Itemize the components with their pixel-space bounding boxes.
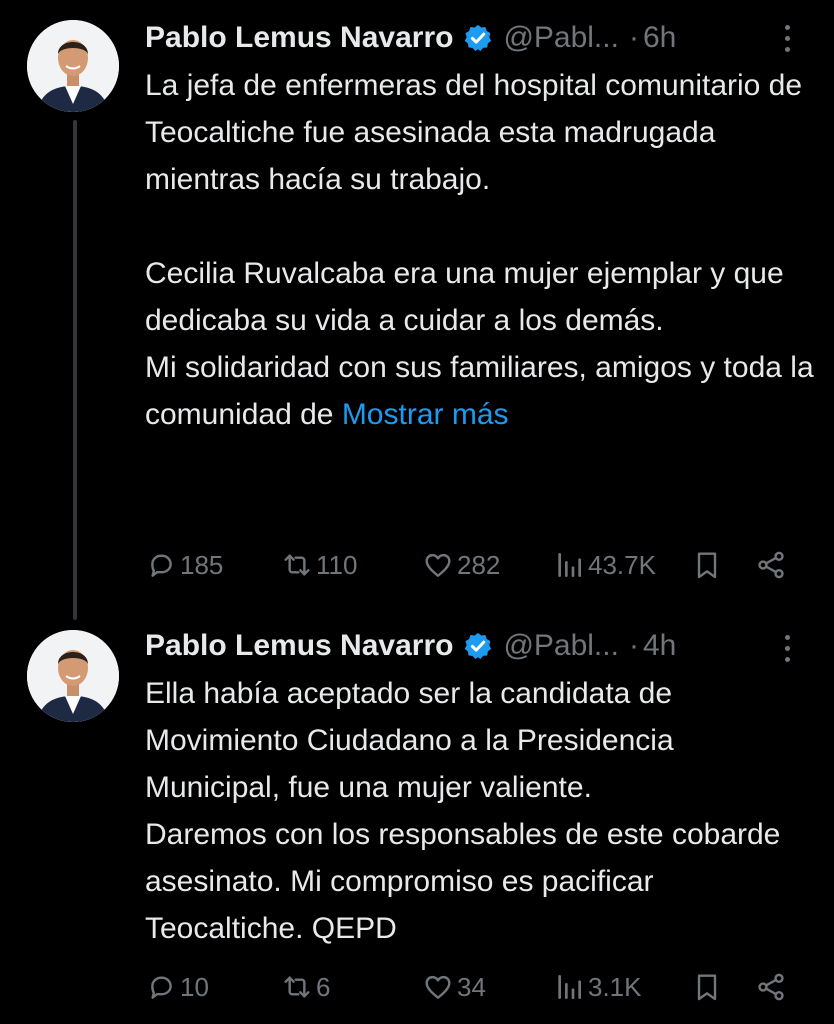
separator-dot: · bbox=[628, 629, 639, 662]
bookmark-button[interactable] bbox=[691, 543, 726, 587]
author-handle[interactable]: @Pabl... bbox=[503, 629, 619, 663]
reply-button[interactable]: 185 bbox=[145, 543, 223, 587]
views-button[interactable]: 3.1K bbox=[553, 965, 642, 1009]
like-count: 282 bbox=[457, 550, 501, 580]
tweet-paragraph: Cecilia Ruvalcaba era una mujer ejemplar… bbox=[145, 257, 784, 337]
reply-count: 185 bbox=[180, 550, 224, 580]
avatar-photo bbox=[27, 20, 119, 112]
avatar-photo bbox=[27, 630, 119, 722]
reply-count: 10 bbox=[180, 972, 209, 1002]
author-name[interactable]: Pablo Lemus Navarro bbox=[145, 629, 453, 663]
views-icon bbox=[558, 975, 581, 999]
views-button[interactable]: 43.7K bbox=[553, 543, 656, 587]
author-handle[interactable]: @Pabl... bbox=[503, 21, 619, 55]
repost-button[interactable]: 6 bbox=[281, 965, 330, 1009]
tweet-paragraph: Daremos con los responsables de este cob… bbox=[145, 818, 781, 945]
share-button[interactable] bbox=[755, 543, 790, 587]
share-icon bbox=[758, 973, 784, 1001]
tweet-paragraph: La jefa de enfermeras del hospital comun… bbox=[145, 69, 803, 196]
tweet-paragraph: Mi solidaridad con sus familiares, amigo… bbox=[145, 344, 815, 438]
avatar[interactable] bbox=[27, 20, 119, 112]
like-count: 34 bbox=[457, 972, 486, 1002]
repost-count: 6 bbox=[316, 972, 331, 1002]
tweet-header: Pablo Lemus Navarro @Pabl... · 4h bbox=[145, 624, 676, 668]
more-options-icon[interactable] bbox=[772, 626, 802, 670]
avatar[interactable] bbox=[27, 630, 119, 722]
repost-button[interactable]: 110 bbox=[281, 543, 357, 587]
bookmark-icon bbox=[697, 974, 717, 1001]
repost-count: 110 bbox=[316, 550, 358, 580]
like-button[interactable]: 34 bbox=[422, 965, 486, 1009]
bookmark-icon bbox=[697, 552, 717, 579]
reply-icon bbox=[151, 554, 172, 577]
tweet-text: Ella había aceptado ser la candidata de … bbox=[145, 670, 815, 952]
like-icon bbox=[425, 975, 451, 999]
reply-icon bbox=[151, 976, 172, 999]
share-icon bbox=[758, 551, 784, 579]
views-count: 43.7K bbox=[588, 550, 656, 580]
verified-badge-icon bbox=[465, 632, 492, 659]
bookmark-button[interactable] bbox=[691, 965, 726, 1009]
repost-icon bbox=[284, 554, 310, 576]
like-button[interactable]: 282 bbox=[422, 543, 500, 587]
tweet-text: La jefa de enfermeras del hospital comun… bbox=[145, 62, 815, 438]
tweet-paragraph: Ella había aceptado ser la candidata de … bbox=[145, 677, 674, 804]
separator-dot: · bbox=[628, 21, 639, 54]
views-icon bbox=[558, 553, 581, 577]
tweet-actions: 185 110 282 43.7K bbox=[145, 543, 805, 587]
share-button[interactable] bbox=[755, 965, 790, 1009]
tweet-actions: 10 6 34 3.1K bbox=[145, 965, 805, 1009]
timestamp[interactable]: 6h bbox=[643, 21, 676, 55]
views-count: 3.1K bbox=[588, 972, 642, 1002]
like-icon bbox=[425, 553, 451, 577]
show-more-link[interactable]: Mostrar más bbox=[342, 398, 509, 431]
verified-badge-icon bbox=[465, 24, 492, 51]
thread-line bbox=[73, 120, 77, 620]
reply-button[interactable]: 10 bbox=[145, 965, 209, 1009]
repost-icon bbox=[284, 976, 310, 998]
timestamp[interactable]: 4h bbox=[643, 629, 676, 663]
more-options-icon[interactable] bbox=[772, 16, 802, 60]
tweet-header: Pablo Lemus Navarro @Pabl... · 6h bbox=[145, 16, 676, 60]
author-name[interactable]: Pablo Lemus Navarro bbox=[145, 21, 453, 55]
